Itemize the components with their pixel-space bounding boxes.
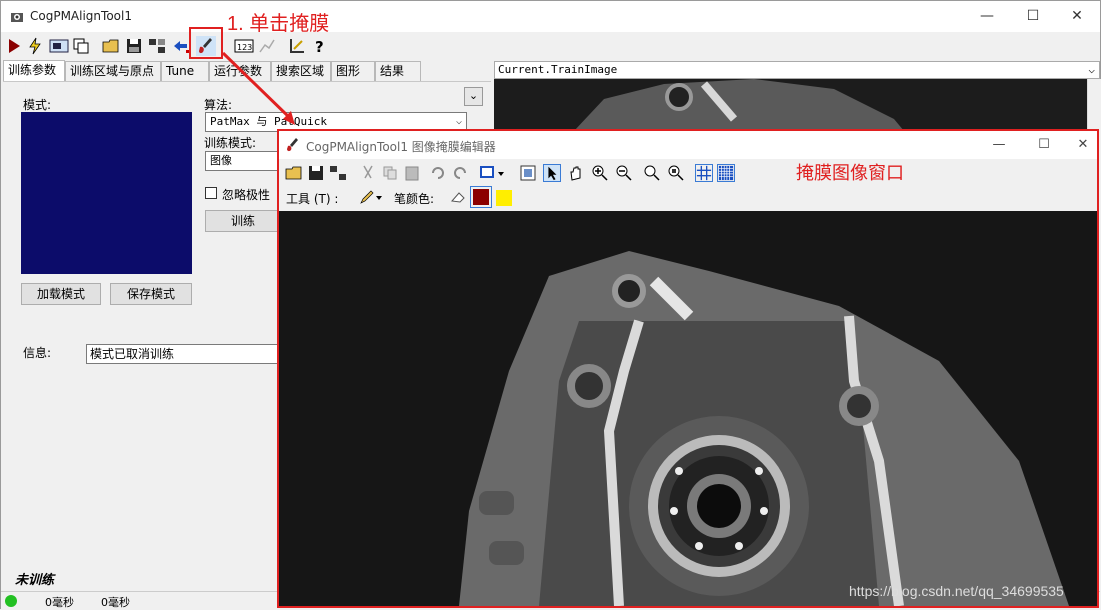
tab-train-params[interactable]: 训练参数: [3, 60, 65, 82]
fit-image-icon[interactable]: [519, 164, 537, 182]
zoom-out-icon[interactable]: [615, 164, 633, 182]
layout-icon[interactable]: [147, 36, 167, 56]
main-toolbar: 123 ?: [1, 33, 501, 59]
color-dark-red-swatch[interactable]: [470, 186, 492, 208]
minimize-button[interactable]: —: [964, 1, 1010, 32]
pencil-icon[interactable]: [359, 189, 383, 205]
train-mode-label: 训练模式:: [204, 136, 257, 150]
maximize-button[interactable]: ☐: [1010, 1, 1056, 32]
svg-text:?: ?: [315, 38, 324, 56]
time-field-2: 0毫秒: [101, 596, 130, 609]
copy-icon[interactable]: [381, 164, 399, 182]
svg-text:123: 123: [237, 43, 252, 52]
eraser-icon[interactable]: [449, 189, 467, 205]
algorithm-value: PatMax 与 PatQuick: [210, 115, 327, 128]
pattern-label: 模式:: [23, 98, 52, 112]
mask-close-button[interactable]: ✕: [1069, 131, 1097, 159]
collapse-icon[interactable]: ⌄: [464, 87, 483, 106]
train-image-display[interactable]: [494, 79, 1087, 131]
copy-window-icon[interactable]: [71, 36, 91, 56]
watermark: https://blog.csdn.net/qq_34699535: [849, 583, 1064, 599]
main-window: CogPMAlignTool1 — ☐ ✕ 123 ? 1. 单击掩膜 训练参数…: [0, 0, 1101, 609]
pan-hand-icon[interactable]: [567, 164, 585, 182]
reset-icon[interactable]: [171, 36, 191, 56]
mask-editor-title: CogPMAlignTool1 图像掩膜编辑器: [306, 140, 496, 154]
close-button[interactable]: ✕: [1054, 1, 1100, 32]
chevron-down-icon: ⌵: [1088, 63, 1095, 76]
help-icon[interactable]: ?: [310, 36, 330, 56]
train-button[interactable]: 训练: [205, 210, 281, 232]
pen-color-label: 笔颜色:: [394, 192, 435, 206]
lightning-icon[interactable]: [25, 36, 45, 56]
tool-label: 工具 (T) :: [286, 192, 339, 206]
cut-icon[interactable]: [359, 164, 377, 182]
mask-minimize-button[interactable]: —: [979, 131, 1019, 159]
window-title: CogPMAlignTool1: [30, 9, 132, 23]
pointer-icon[interactable]: [543, 164, 561, 182]
mask-maximize-button[interactable]: ☐: [1024, 131, 1064, 159]
app-icon: [11, 13, 23, 22]
save-icon[interactable]: [307, 164, 325, 182]
info-field: 模式已取消训练: [86, 344, 281, 364]
status-ok-icon: [5, 595, 17, 607]
tab-search-region[interactable]: 搜索区域: [271, 61, 331, 81]
mask-editor-title-bar: CogPMAlignTool1 图像掩膜编辑器 — ☐ ✕: [279, 131, 1097, 159]
info-label: 信息:: [23, 346, 52, 360]
open-folder-icon[interactable]: [285, 164, 303, 182]
undo-icon[interactable]: [429, 164, 447, 182]
time-field-1: 0毫秒: [45, 596, 74, 609]
tab-results[interactable]: 结果: [375, 61, 421, 81]
mask-editor-window: CogPMAlignTool1 图像掩膜编辑器 — ☐ ✕ 掩膜图像窗口 工具 …: [277, 129, 1099, 608]
image-source-icon[interactable]: [49, 36, 69, 56]
step1-annotation: 1. 单击掩膜: [227, 13, 330, 35]
title-bar: CogPMAlignTool1 — ☐ ✕: [1, 1, 1100, 32]
fine-grid-icon[interactable]: [717, 164, 735, 182]
redo-icon[interactable]: [451, 164, 469, 182]
mask-window-annotation: 掩膜图像窗口: [796, 163, 904, 183]
open-folder-icon[interactable]: [101, 36, 121, 56]
grid-icon[interactable]: [695, 164, 713, 182]
color-yellow-swatch[interactable]: [496, 190, 512, 206]
color-mode-dropdown-icon[interactable]: [479, 164, 507, 182]
mask-button-highlight: [189, 27, 223, 59]
image-selector[interactable]: Current.TrainImage ⌵: [494, 61, 1100, 79]
zoom-in-icon[interactable]: [591, 164, 609, 182]
zoom-100-icon[interactable]: [643, 164, 661, 182]
train-mode-select[interactable]: 图像: [205, 151, 283, 171]
save-pattern-button[interactable]: 保存模式: [110, 283, 192, 305]
train-mode-value: 图像: [210, 154, 232, 167]
ignore-polarity-checkbox[interactable]: [205, 187, 217, 199]
tab-run-params[interactable]: 运行参数: [209, 61, 271, 81]
image-selector-value: Current.TrainImage: [498, 63, 618, 76]
zoom-fit-icon[interactable]: [667, 164, 685, 182]
calibrate-icon[interactable]: [287, 36, 307, 56]
save-icon[interactable]: [124, 36, 144, 56]
algorithm-label: 算法:: [204, 98, 233, 112]
numeric-icon[interactable]: 123: [234, 36, 254, 56]
layout-icon[interactable]: [329, 164, 347, 182]
mask-brush-icon: [287, 138, 298, 152]
paste-icon[interactable]: [403, 164, 421, 182]
untrained-status: 未训练: [15, 573, 55, 588]
tab-train-region[interactable]: 训练区域与原点: [65, 61, 161, 81]
tab-tune[interactable]: Tune: [161, 61, 209, 81]
mask-image-canvas[interactable]: [279, 211, 1097, 606]
run-icon[interactable]: [5, 36, 25, 56]
pattern-preview: [21, 112, 192, 274]
tab-graphics[interactable]: 图形: [331, 61, 375, 81]
graph-icon[interactable]: [257, 36, 277, 56]
ignore-polarity-label: 忽略极性: [222, 188, 271, 202]
load-pattern-button[interactable]: 加载模式: [21, 283, 101, 305]
